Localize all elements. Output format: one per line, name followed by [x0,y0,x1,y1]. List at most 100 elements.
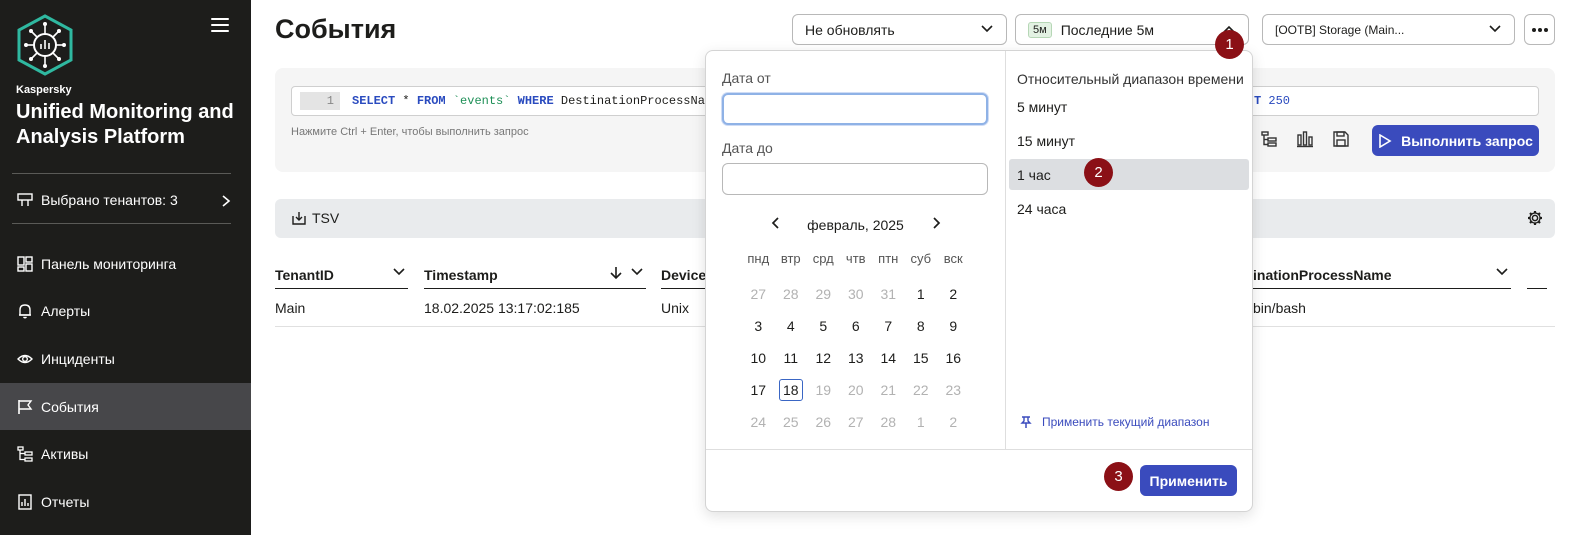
column-header-label: Timestamp [424,266,498,283]
sidebar-divider [12,223,231,224]
calendar-day-outside[interactable]: 27 [742,286,775,302]
chart-view-button[interactable] [1294,128,1316,150]
column-header-tenantid[interactable]: TenantID [275,261,408,289]
brand-vendor: Kaspersky [16,84,72,96]
code-token: DestinationProcessName [553,94,720,108]
sidebar-item-label: Алерты [41,302,91,319]
calendar-week: 24 25 26 27 28 1 2 [742,406,972,438]
sidebar-item-reports[interactable]: Отчеты [0,478,251,525]
calendar-weekdays: пнд втр срд чтв птн суб вск [742,242,972,274]
relative-range-title: Относительный диапазон времени [1017,71,1244,87]
calendar-day[interactable]: 14 [872,350,905,366]
sidebar-item-events[interactable]: События [0,383,251,430]
line-number: 1 [300,92,340,110]
calendar-day[interactable]: 7 [872,318,905,334]
calendar-week: 27 28 29 30 31 1 2 [742,278,972,310]
sidebar-item-label: Инциденты [41,350,115,367]
calendar-day[interactable]: 6 [840,318,873,334]
more-options-button[interactable] [1524,14,1555,45]
calendar-day-outside[interactable]: 29 [807,286,840,302]
save-icon [1333,131,1349,147]
cell-tenantid: Main [275,300,306,316]
query-hint: Нажмите Ctrl + Enter, чтобы выполнить за… [291,126,529,138]
calendar-day[interactable]: 1 [905,286,938,302]
apply-button[interactable]: Применить [1140,465,1237,496]
relative-option-5m[interactable]: 5 минут [1009,91,1249,122]
tree-view-button[interactable] [1258,128,1280,150]
calendar-day[interactable]: 5 [807,318,840,334]
code-keyword: SELECT [352,94,396,108]
date-range-popup: Дата от Дата до февраль, 2025 пнд втр ср… [705,50,1253,512]
relative-option-1h[interactable]: 1 час [1009,159,1249,190]
run-query-button[interactable]: Выполнить запрос [1372,125,1539,156]
apply-current-range-label: Применить текущий диапазон [1042,415,1210,429]
app-root: Kaspersky Unified Monitoring and Analysi… [0,0,1579,535]
calendar-day[interactable]: 11 [775,350,808,366]
calendar-day-today-label: 18 [778,379,803,401]
calendar-day[interactable]: 16 [937,350,970,366]
date-from-label: Дата от [722,70,771,86]
calendar-day-future: 25 [782,414,799,430]
sidebar-divider [12,173,231,174]
column-header-destinationprocessname[interactable]: inationProcessName [1253,261,1511,289]
cell-timestamp: 18.02.2025 13:17:02:185 [424,300,580,316]
sidebar-item-incidents[interactable]: Инциденты [0,335,251,382]
calendar-day-outside[interactable]: 31 [872,286,905,302]
export-tsv-button[interactable]: TSV [291,210,339,226]
relative-option-15m[interactable]: 15 минут [1009,125,1249,156]
weekday-label: втр [780,250,801,266]
weekday-label: срд [812,250,834,266]
calendar-day[interactable]: 2 [937,286,970,302]
sidebar-item-assets[interactable]: Активы [0,430,251,477]
calendar-day-outside[interactable]: 30 [840,286,873,302]
column-header-device[interactable]: Device [661,261,707,289]
tree-list-icon [1261,131,1277,147]
calendar-day[interactable]: 15 [905,350,938,366]
step-marker-1: 1 [1215,30,1244,59]
calendar-day-future: 23 [945,382,962,398]
calendar-day[interactable]: 12 [807,350,840,366]
query-code-tail: T 250 [1254,87,1290,115]
menu-toggle-button[interactable] [211,18,229,34]
tenants-label: Выбрано тенантов: 3 [41,192,178,208]
calendar-day[interactable]: 8 [905,318,938,334]
bell-icon [16,302,34,320]
sidebar-item-alerts[interactable]: Алерты [0,287,251,334]
calendar-day[interactable]: 3 [742,318,775,334]
refresh-select[interactable]: Не обновлять [792,14,1007,45]
column-header-timestamp[interactable]: Timestamp [424,261,646,289]
calendar-day-outside[interactable]: 28 [775,286,808,302]
chevron-down-icon[interactable] [631,267,643,277]
period-badge: 5м [1028,21,1052,38]
calendar-day-future: 24 [750,414,767,430]
brand-product: Unified Monitoring and Analysis Platform [16,101,234,148]
calendar-day[interactable]: 9 [937,318,970,334]
save-query-button[interactable] [1330,128,1352,150]
period-select-value: Последние 5м [1060,21,1154,38]
gear-icon[interactable] [1527,210,1543,226]
calendar-day[interactable]: 13 [840,350,873,366]
calendar-grid: пнд втр срд чтв птн суб вск 27 28 29 30 … [742,242,972,438]
pin-icon [1020,416,1032,428]
date-from-field[interactable] [722,93,988,125]
date-to-field[interactable] [722,163,988,195]
weekday-label: вск [943,250,963,266]
apply-current-range-link[interactable]: Применить текущий диапазон [1019,415,1209,429]
calendar-day-today[interactable]: 18 [775,379,808,401]
query-code: SELECT * FROM `events` WHERE Destination… [352,94,719,108]
chevron-down-icon[interactable] [1496,267,1508,277]
period-select[interactable]: 5м Последние 5м [1015,14,1249,45]
next-month-icon[interactable] [931,215,943,231]
calendar-day-future: 27 [847,414,864,430]
calendar-day[interactable]: 17 [742,382,775,398]
column-header-label: Device [661,266,707,283]
sidebar-item-dashboard[interactable]: Панель мониторинга [0,240,251,287]
kaspersky-logo-icon [17,14,73,76]
calendar-day[interactable]: 4 [775,318,808,334]
relative-option-24h[interactable]: 24 часа [1009,193,1249,224]
arrow-down-icon[interactable] [610,266,622,280]
storage-select[interactable]: [OOTB] Storage (Main... [1262,14,1515,45]
calendar-day[interactable]: 10 [742,350,775,366]
tenants-selector[interactable]: Выбрано тенантов: 3 [0,186,251,214]
chevron-down-icon[interactable] [393,267,405,277]
